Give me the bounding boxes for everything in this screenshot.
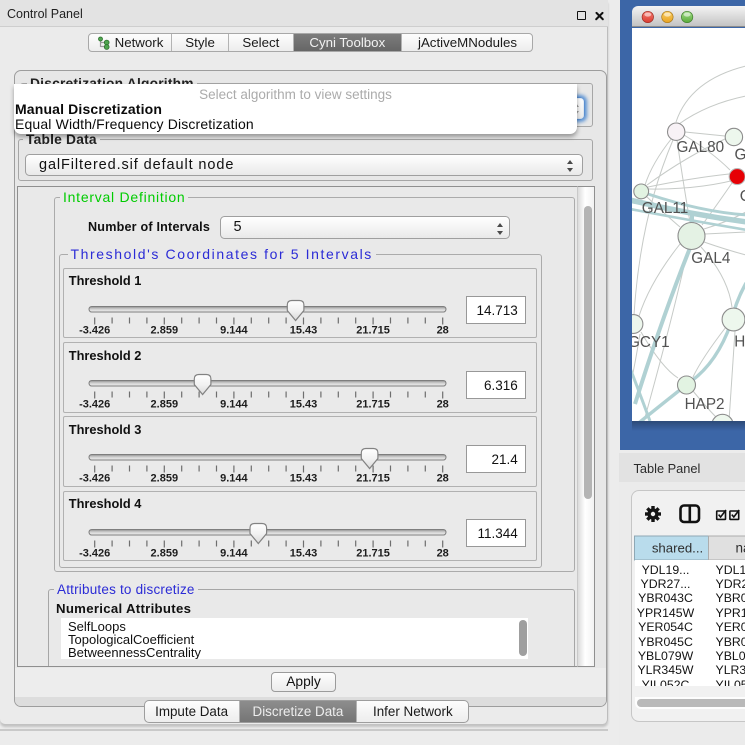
svg-text:na: na — [736, 541, 745, 556]
svg-text:28: 28 — [436, 473, 448, 485]
svg-text:9.144: 9.144 — [220, 399, 248, 411]
svg-text:GAL80: GAL80 — [676, 139, 724, 156]
svg-text:2.859: 2.859 — [150, 547, 178, 559]
svg-text:shared...: shared... — [652, 541, 703, 556]
svg-text:15.43: 15.43 — [290, 547, 318, 559]
svg-text:28: 28 — [436, 399, 448, 411]
svg-text:-3.426: -3.426 — [79, 547, 110, 559]
svg-text:-3.426: -3.426 — [79, 324, 110, 336]
svg-text:2.859: 2.859 — [150, 473, 178, 485]
svg-text:CC: CC — [739, 188, 745, 205]
svg-text:9.144: 9.144 — [220, 324, 248, 336]
svg-text:2.859: 2.859 — [150, 324, 178, 336]
svg-text:28: 28 — [436, 324, 448, 336]
svg-text:-3.426: -3.426 — [79, 399, 110, 411]
svg-text:15.43: 15.43 — [290, 473, 318, 485]
svg-text:2.859: 2.859 — [150, 399, 178, 411]
svg-text:HS: HS — [734, 334, 745, 351]
svg-text:15.43: 15.43 — [290, 399, 318, 411]
svg-text:9.144: 9.144 — [220, 473, 248, 485]
svg-text:GA: GA — [734, 147, 745, 164]
svg-text:GCY1: GCY1 — [632, 334, 670, 351]
svg-text:HAP2: HAP2 — [684, 396, 724, 413]
svg-text:9.144: 9.144 — [220, 547, 248, 559]
svg-text:21.715: 21.715 — [356, 399, 390, 411]
svg-text:21.715: 21.715 — [356, 473, 390, 485]
svg-text:GAL4: GAL4 — [691, 250, 731, 267]
svg-text:GAL11: GAL11 — [641, 200, 688, 217]
svg-text:-3.426: -3.426 — [79, 473, 110, 485]
svg-text:21.715: 21.715 — [356, 324, 390, 336]
svg-text:15.43: 15.43 — [290, 324, 318, 336]
svg-text:21.715: 21.715 — [356, 547, 390, 559]
svg-text:28: 28 — [436, 547, 448, 559]
